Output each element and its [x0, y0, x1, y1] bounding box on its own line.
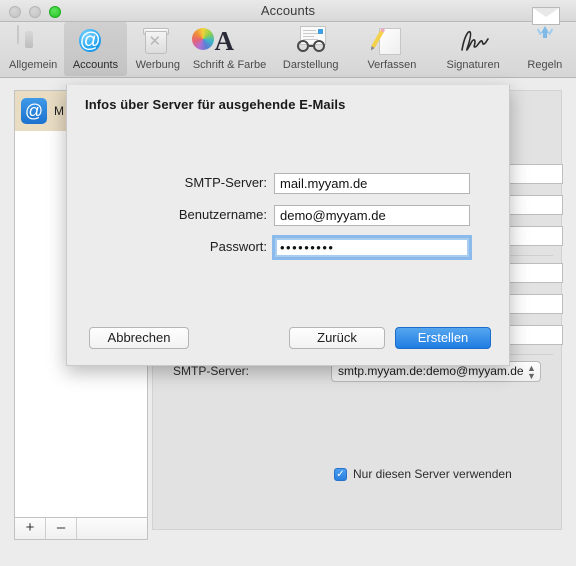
username-field-label: Benutzername: [178, 207, 267, 222]
viewing-glasses-icon [295, 26, 327, 58]
compose-pencil-icon [371, 26, 408, 58]
up-down-arrows-icon: ▲ ▼ [527, 363, 536, 381]
signature-icon [457, 26, 489, 58]
window-title: Accounts [260, 3, 316, 18]
detail-field-edge[interactable] [505, 294, 563, 314]
window-titlebar: Accounts [0, 0, 576, 22]
smtp-server-field-row: SMTP-Server: mail.myyam.de [67, 173, 511, 195]
detail-field-edge[interactable] [505, 226, 563, 246]
outgoing-server-sheet: Infos über Server für ausgehende E-Mails… [66, 85, 510, 366]
toolbar-label-accounts: Accounts [72, 59, 119, 71]
use-only-this-server-label: Nur diesen Server verwenden [353, 467, 512, 481]
toolbar-label-allgemein: Allgemein [9, 59, 58, 71]
toolbar-item-allgemein[interactable]: Allgemein [2, 22, 64, 76]
toolbar-label-regeln: Regeln [527, 59, 563, 71]
smtp-server-label: SMTP-Server: [172, 364, 249, 378]
toolbar-item-schrift-farbe[interactable]: A Schrift & Farbe [189, 22, 270, 76]
preferences-toolbar: Allgemein @ Accounts ✕ Werbung A Schrift… [0, 7, 576, 78]
toolbar-item-werbung[interactable]: ✕ Werbung [127, 22, 189, 76]
toolbar-item-verfassen[interactable]: Verfassen [351, 22, 432, 76]
account-name: M [54, 104, 64, 118]
toolbar-label-verfassen: Verfassen [367, 59, 417, 71]
toolbar-label-schrift-farbe: Schrift & Farbe [192, 59, 267, 71]
password-field-label: Passwort: [209, 239, 267, 254]
use-only-this-server-checkbox[interactable]: ✓ [334, 467, 347, 481]
at-sign-account-icon: @ [79, 29, 101, 52]
back-button[interactable]: Zurück [289, 327, 385, 349]
smtp-server-value: smtp.myyam.de:demo@myyam.de [338, 364, 524, 378]
username-field-row: Benutzername: demo@myyam.de [67, 205, 511, 227]
smtp-server-field-label: SMTP-Server: [184, 175, 267, 190]
at-sign-mail-icon: @ [21, 98, 47, 124]
accounts-preferences-window: Accounts Allgemein @ Accounts ✕ Werbung … [0, 0, 576, 566]
smtp-server-input[interactable]: mail.myyam.de [274, 173, 470, 194]
toolbar-label-darstellung: Darstellung [282, 59, 339, 71]
detail-field-edge[interactable] [505, 195, 563, 215]
junk-trash-icon: ✕ [142, 26, 174, 58]
toolbar-label-werbung: Werbung [135, 59, 180, 71]
rules-envelope-icon [529, 7, 561, 58]
create-button[interactable]: Erstellen [395, 327, 491, 349]
use-only-this-server-row[interactable]: ✓ Nur diesen Server verwenden [334, 467, 512, 481]
toolbar-item-signaturen[interactable]: Signaturen [433, 22, 514, 76]
toolbar-item-darstellung[interactable]: Darstellung [270, 22, 351, 76]
toolbar-item-regeln[interactable]: Regeln [514, 7, 576, 76]
cancel-button[interactable]: Abbrechen [89, 327, 189, 349]
toolbar-label-signaturen: Signaturen [446, 59, 500, 71]
add-account-button[interactable]: + [15, 518, 46, 539]
password-field-row: Passwort: ••••••••• [67, 237, 511, 259]
detail-field-edge[interactable] [505, 263, 563, 283]
username-input[interactable]: demo@myyam.de [274, 205, 470, 226]
toolbar-item-accounts[interactable]: @ Accounts [64, 22, 127, 76]
footer-spacer [77, 518, 147, 539]
general-settings-icon [17, 25, 49, 58]
font-color-icon: A [191, 26, 246, 58]
remove-account-button[interactable]: – [46, 518, 77, 539]
detail-field-edge[interactable] [505, 325, 563, 345]
sheet-title: Infos über Server für ausgehende E-Mails [85, 97, 346, 112]
detail-field-edge[interactable] [505, 164, 563, 184]
accounts-list-footer: + – [14, 518, 148, 540]
password-input[interactable]: ••••••••• [274, 237, 470, 258]
